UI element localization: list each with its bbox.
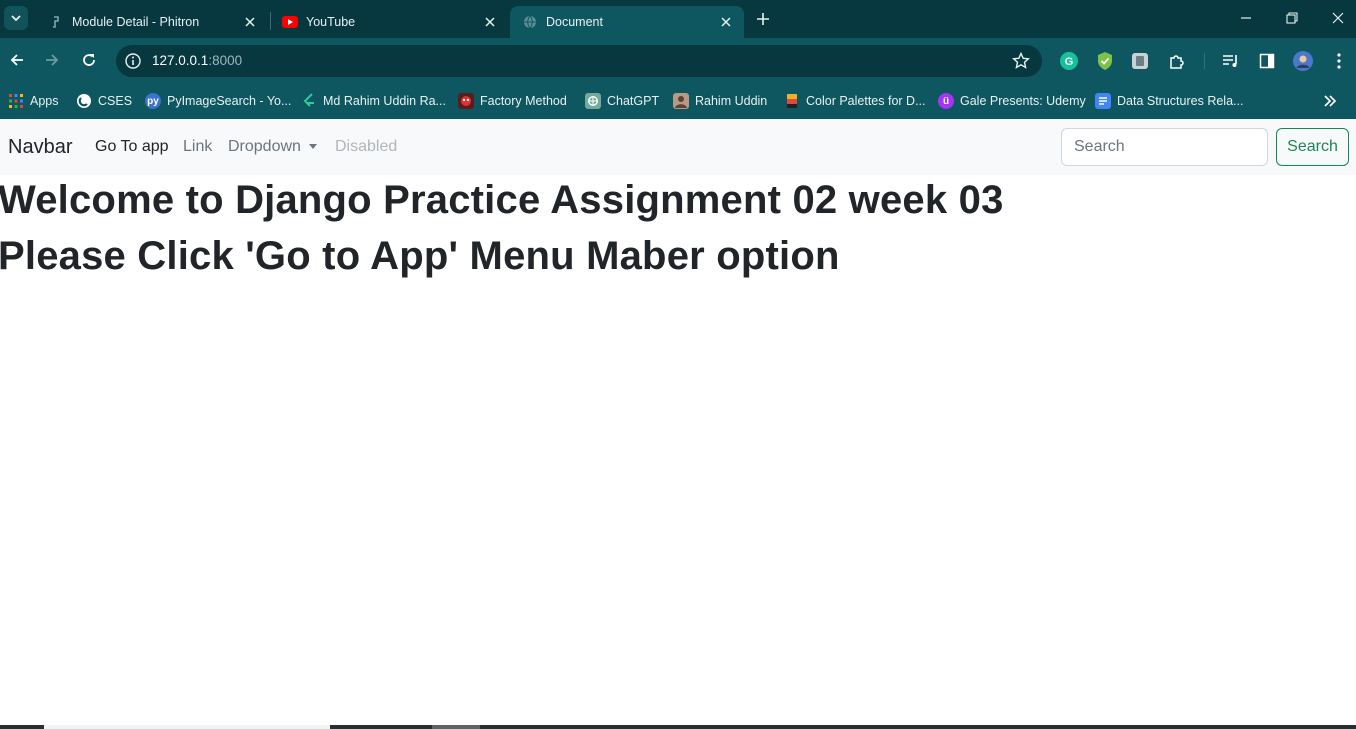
bookmark-label: Gale Presents: Udemy — [960, 94, 1086, 108]
bookmark-rahim-uddin-profile[interactable]: Md Rahim Uddin Ra... — [301, 90, 446, 112]
toolbar-divider — [1204, 53, 1205, 69]
forward-button[interactable] — [38, 46, 66, 74]
extension-app-icon[interactable] — [1129, 50, 1151, 72]
bookmark-label: Data Structures Rela... — [1117, 94, 1244, 108]
welcome-heading: Welcome to Django Practice Assignment 02… — [0, 178, 1004, 222]
bookmark-label: Rahim Uddin — [695, 94, 768, 108]
profile-avatar-icon[interactable] — [1292, 50, 1314, 72]
nav-link-link[interactable]: Link — [183, 138, 212, 156]
apps-grid-icon — [8, 93, 24, 109]
chevron-down-icon — [11, 15, 21, 22]
udemy-icon: ü — [938, 93, 954, 109]
nav-dropdown-toggle[interactable]: Dropdown — [228, 138, 317, 156]
restore-button[interactable] — [1269, 0, 1315, 36]
url-host: 127.0.0.1 — [152, 53, 209, 68]
new-tab-button[interactable] — [752, 8, 774, 30]
bookmark-label: ChatGPT — [607, 94, 660, 108]
bookmark-rahim-uddin[interactable]: Rahim Uddin — [673, 90, 767, 112]
media-queue-icon[interactable] — [1220, 50, 1242, 72]
restore-icon — [1286, 12, 1298, 24]
profile-photo-icon — [673, 93, 689, 109]
site-navbar: Navbar Go To app Link Dropdown Disabled … — [0, 119, 1356, 175]
navbar-brand[interactable]: Navbar — [8, 136, 72, 159]
taskbar-segment — [432, 725, 480, 729]
shield-icon[interactable] — [1094, 50, 1116, 72]
taskbar-edge — [0, 725, 1356, 729]
tab-module-detail[interactable]: Module Detail - Phitron — [36, 6, 268, 38]
arrow-right-icon — [46, 54, 59, 66]
tab-title: Document — [546, 15, 603, 29]
search-button[interactable]: Search — [1276, 128, 1349, 166]
bookmark-pyimagesearch[interactable]: py PyImageSearch - Yo... — [145, 90, 291, 112]
browser-toolbar: 127.0.0.1:8000 G — [0, 38, 1356, 83]
reload-button[interactable] — [75, 46, 103, 74]
double-chevron-right-icon — [1324, 95, 1337, 107]
bookmark-color-palettes[interactable]: Color Palettes for D... — [784, 90, 926, 112]
bookmark-label: Md Rahim Uddin Ra... — [323, 94, 446, 108]
tab-title: YouTube — [306, 15, 356, 29]
dropdown-label: Dropdown — [228, 138, 301, 155]
caret-down-icon — [308, 144, 317, 150]
pyimagesearch-icon: py — [145, 93, 161, 109]
close-icon[interactable] — [718, 14, 734, 30]
bookmark-factory-method[interactable]: Factory Method — [458, 90, 567, 112]
url-port: :8000 — [208, 53, 243, 68]
refactoring-icon — [458, 93, 474, 109]
search-input[interactable] — [1061, 128, 1268, 166]
bookmark-label: CSES — [98, 94, 133, 108]
cses-icon — [76, 93, 92, 109]
svg-text:G: G — [1065, 56, 1074, 68]
phitron-icon — [48, 14, 64, 30]
url-text: 127.0.0.1:8000 — [152, 53, 242, 68]
tab-youtube[interactable]: YouTube — [270, 6, 508, 38]
bookmark-cses[interactable]: CSES — [76, 90, 132, 112]
taskbar-segment — [44, 725, 330, 729]
close-icon[interactable] — [482, 14, 498, 30]
nav-link-go-to-app[interactable]: Go To app — [95, 138, 169, 156]
address-bar[interactable]: 127.0.0.1:8000 — [116, 45, 1042, 77]
tab-title: Module Detail - Phitron — [72, 15, 200, 29]
instruction-heading: Please Click 'Go to App' Menu Maber opti… — [0, 234, 840, 278]
bookmark-data-structures[interactable]: Data Structures Rela... — [1095, 90, 1243, 112]
minimize-icon — [1241, 17, 1251, 19]
kebab-menu-icon[interactable] — [1328, 50, 1350, 72]
bookmark-apps[interactable]: Apps — [8, 90, 59, 112]
minimize-button[interactable] — [1223, 0, 1269, 36]
close-icon — [1332, 12, 1344, 24]
leetcode-icon — [301, 93, 317, 109]
globe-icon — [522, 14, 538, 30]
tab-strip: Module Detail - Phitron YouTube Document — [0, 0, 1356, 38]
bookmark-label: PyImageSearch - Yo... — [167, 94, 292, 108]
grammarly-icon[interactable]: G — [1058, 50, 1080, 72]
nav-link-disabled: Disabled — [335, 138, 398, 155]
arrow-left-icon — [10, 54, 23, 66]
bookmark-label: Factory Method — [480, 94, 567, 108]
docs-icon — [1095, 93, 1111, 109]
bookmark-label: Apps — [30, 94, 59, 108]
side-panel-icon[interactable] — [1256, 50, 1278, 72]
bookmarks-bar: Apps CSES py PyImageSearch - Yo... Md Ra… — [0, 83, 1356, 119]
star-icon[interactable] — [1012, 52, 1030, 70]
close-icon[interactable] — [242, 14, 258, 30]
puzzle-icon[interactable] — [1166, 50, 1188, 72]
tab-document[interactable]: Document — [510, 6, 744, 38]
close-window-button[interactable] — [1315, 0, 1356, 36]
reload-icon — [83, 54, 95, 66]
chatgpt-icon — [585, 93, 601, 109]
info-icon[interactable] — [124, 52, 142, 70]
back-button[interactable] — [3, 46, 31, 74]
color-palette-icon — [784, 93, 800, 109]
bookmarks-overflow-button[interactable] — [1320, 91, 1340, 111]
plus-icon — [757, 13, 769, 25]
bookmark-udemy[interactable]: ü Gale Presents: Udemy — [938, 90, 1086, 112]
bookmark-label: Color Palettes for D... — [806, 94, 926, 108]
bookmark-chatgpt[interactable]: ChatGPT — [585, 90, 659, 112]
tab-search-button[interactable] — [4, 6, 28, 30]
youtube-icon — [282, 14, 298, 30]
